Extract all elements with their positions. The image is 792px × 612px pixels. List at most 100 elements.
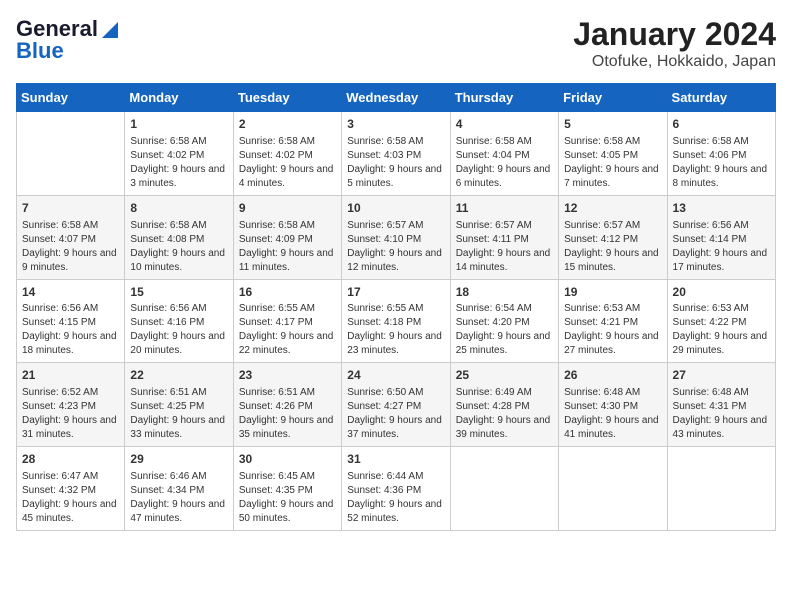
header-friday: Friday [559, 84, 667, 112]
day-info: Sunrise: 6:51 AMSunset: 4:26 PMDaylight:… [239, 386, 336, 442]
calendar-cell: 9Sunrise: 6:58 AMSunset: 4:09 PMDaylight… [233, 195, 341, 279]
calendar-cell [450, 447, 558, 531]
day-number: 31 [347, 451, 444, 468]
calendar-cell: 23Sunrise: 6:51 AMSunset: 4:26 PMDayligh… [233, 363, 341, 447]
day-info: Sunrise: 6:52 AMSunset: 4:23 PMDaylight:… [22, 386, 119, 442]
calendar-cell: 11Sunrise: 6:57 AMSunset: 4:11 PMDayligh… [450, 195, 558, 279]
day-number: 18 [456, 284, 553, 301]
week-row-0: 1 Sunrise: 6:58 AMSunset: 4:02 PMDaylight… [17, 112, 776, 196]
header-wednesday: Wednesday [342, 84, 450, 112]
calendar-cell: 15Sunrise: 6:56 AMSunset: 4:16 PMDayligh… [125, 279, 233, 363]
logo: General Blue [16, 16, 120, 64]
calendar-cell: 30Sunrise: 6:45 AMSunset: 4:35 PMDayligh… [233, 447, 341, 531]
calendar-cell: 14Sunrise: 6:56 AMSunset: 4:15 PMDayligh… [17, 279, 125, 363]
day-number: 24 [347, 367, 444, 384]
day-info: Sunrise: 6:56 AMSunset: 4:16 PMDaylight:… [130, 302, 227, 358]
day-number: 25 [456, 367, 553, 384]
calendar-cell: 31 Sunrise: 6:44 AMSunset: 4:36 PMDayligh… [342, 447, 450, 531]
day-number: 1 [130, 116, 227, 133]
week-row-4: 28 Sunrise: 6:47 AMSunset: 4:32 PMDayligh… [17, 447, 776, 531]
day-number: 13 [673, 200, 770, 217]
day-info: Sunrise: 6:53 AMSunset: 4:22 PMDaylight:… [673, 302, 770, 358]
day-info: Sunrise: 6:58 AMSunset: 4:02 PMDaylight:… [130, 135, 227, 191]
day-number: 14 [22, 284, 119, 301]
calendar-header-row: SundayMondayTuesdayWednesdayThursdayFrid… [17, 84, 776, 112]
calendar-cell: 27 Sunrise: 6:48 AMSunset: 4:31 PMDayligh… [667, 363, 775, 447]
header-saturday: Saturday [667, 84, 775, 112]
calendar-cell: 18Sunrise: 6:54 AMSunset: 4:20 PMDayligh… [450, 279, 558, 363]
calendar-cell: 3 Sunrise: 6:58 AMSunset: 4:03 PMDaylight… [342, 112, 450, 196]
page-title: January 2024 [573, 16, 776, 53]
header-sunday: Sunday [17, 84, 125, 112]
calendar-cell: 6 Sunrise: 6:58 AMSunset: 4:06 PMDaylight… [667, 112, 775, 196]
day-number: 20 [673, 284, 770, 301]
day-number: 19 [564, 284, 661, 301]
day-info: Sunrise: 6:56 AMSunset: 4:14 PMDaylight:… [673, 219, 770, 275]
day-info: Sunrise: 6:49 AMSunset: 4:28 PMDaylight:… [456, 386, 553, 442]
calendar-cell: 4 Sunrise: 6:58 AMSunset: 4:04 PMDaylight… [450, 112, 558, 196]
page-header: General Blue January 2024 Otofuke, Hokka… [16, 16, 776, 71]
day-number: 5 [564, 116, 661, 133]
day-info: Sunrise: 6:57 AMSunset: 4:10 PMDaylight:… [347, 219, 444, 275]
day-number: 16 [239, 284, 336, 301]
logo-blue: Blue [16, 38, 64, 64]
day-info: Sunrise: 6:53 AMSunset: 4:21 PMDaylight:… [564, 302, 661, 358]
day-info: Sunrise: 6:58 AMSunset: 4:06 PMDaylight:… [673, 135, 770, 191]
day-number: 26 [564, 367, 661, 384]
day-number: 3 [347, 116, 444, 133]
day-number: 9 [239, 200, 336, 217]
calendar-table: SundayMondayTuesdayWednesdayThursdayFrid… [16, 83, 776, 531]
day-number: 28 [22, 451, 119, 468]
day-info: Sunrise: 6:51 AMSunset: 4:25 PMDaylight:… [130, 386, 227, 442]
calendar-cell: 17Sunrise: 6:55 AMSunset: 4:18 PMDayligh… [342, 279, 450, 363]
calendar-cell: 5 Sunrise: 6:58 AMSunset: 4:05 PMDaylight… [559, 112, 667, 196]
day-info: Sunrise: 6:58 AMSunset: 4:05 PMDaylight:… [564, 135, 661, 191]
header-tuesday: Tuesday [233, 84, 341, 112]
day-info: Sunrise: 6:57 AMSunset: 4:11 PMDaylight:… [456, 219, 553, 275]
calendar-cell: 22 Sunrise: 6:51 AMSunset: 4:25 PMDayligh… [125, 363, 233, 447]
day-info: Sunrise: 6:58 AMSunset: 4:02 PMDaylight:… [239, 135, 336, 191]
day-info: Sunrise: 6:48 AMSunset: 4:31 PMDaylight:… [673, 386, 770, 442]
week-row-2: 14Sunrise: 6:56 AMSunset: 4:15 PMDayligh… [17, 279, 776, 363]
day-info: Sunrise: 6:44 AMSunset: 4:36 PMDaylight:… [347, 470, 444, 526]
day-number: 27 [673, 367, 770, 384]
day-number: 22 [130, 367, 227, 384]
day-number: 21 [22, 367, 119, 384]
calendar-cell: 13 Sunrise: 6:56 AMSunset: 4:14 PMDayligh… [667, 195, 775, 279]
calendar-cell: 7Sunrise: 6:58 AMSunset: 4:07 PMDaylight… [17, 195, 125, 279]
day-info: Sunrise: 6:47 AMSunset: 4:32 PMDaylight:… [22, 470, 119, 526]
calendar-cell: 24 Sunrise: 6:50 AMSunset: 4:27 PMDayligh… [342, 363, 450, 447]
day-info: Sunrise: 6:57 AMSunset: 4:12 PMDaylight:… [564, 219, 661, 275]
calendar-cell: 1 Sunrise: 6:58 AMSunset: 4:02 PMDaylight… [125, 112, 233, 196]
day-info: Sunrise: 6:48 AMSunset: 4:30 PMDaylight:… [564, 386, 661, 442]
day-number: 2 [239, 116, 336, 133]
calendar-cell: 19Sunrise: 6:53 AMSunset: 4:21 PMDayligh… [559, 279, 667, 363]
day-number: 10 [347, 200, 444, 217]
calendar-cell: 25 Sunrise: 6:49 AMSunset: 4:28 PMDayligh… [450, 363, 558, 447]
week-row-1: 7Sunrise: 6:58 AMSunset: 4:07 PMDaylight… [17, 195, 776, 279]
calendar-cell: 26 Sunrise: 6:48 AMSunset: 4:30 PMDayligh… [559, 363, 667, 447]
calendar-cell: 20Sunrise: 6:53 AMSunset: 4:22 PMDayligh… [667, 279, 775, 363]
day-info: Sunrise: 6:58 AMSunset: 4:08 PMDaylight:… [130, 219, 227, 275]
day-info: Sunrise: 6:55 AMSunset: 4:18 PMDaylight:… [347, 302, 444, 358]
day-number: 15 [130, 284, 227, 301]
calendar-cell: 10 Sunrise: 6:57 AMSunset: 4:10 PMDayligh… [342, 195, 450, 279]
calendar-cell: 12 Sunrise: 6:57 AMSunset: 4:12 PMDayligh… [559, 195, 667, 279]
header-monday: Monday [125, 84, 233, 112]
calendar-cell [559, 447, 667, 531]
day-number: 17 [347, 284, 444, 301]
day-number: 6 [673, 116, 770, 133]
day-number: 4 [456, 116, 553, 133]
day-number: 30 [239, 451, 336, 468]
day-info: Sunrise: 6:58 AMSunset: 4:07 PMDaylight:… [22, 219, 119, 275]
calendar-cell: 2 Sunrise: 6:58 AMSunset: 4:02 PMDaylight… [233, 112, 341, 196]
week-row-3: 21 Sunrise: 6:52 AMSunset: 4:23 PMDayligh… [17, 363, 776, 447]
calendar-cell: 29Sunrise: 6:46 AMSunset: 4:34 PMDayligh… [125, 447, 233, 531]
day-info: Sunrise: 6:46 AMSunset: 4:34 PMDaylight:… [130, 470, 227, 526]
day-info: Sunrise: 6:58 AMSunset: 4:04 PMDaylight:… [456, 135, 553, 191]
calendar-cell: 8Sunrise: 6:58 AMSunset: 4:08 PMDaylight… [125, 195, 233, 279]
day-number: 12 [564, 200, 661, 217]
calendar-cell: 16Sunrise: 6:55 AMSunset: 4:17 PMDayligh… [233, 279, 341, 363]
day-info: Sunrise: 6:58 AMSunset: 4:03 PMDaylight:… [347, 135, 444, 191]
day-info: Sunrise: 6:50 AMSunset: 4:27 PMDaylight:… [347, 386, 444, 442]
